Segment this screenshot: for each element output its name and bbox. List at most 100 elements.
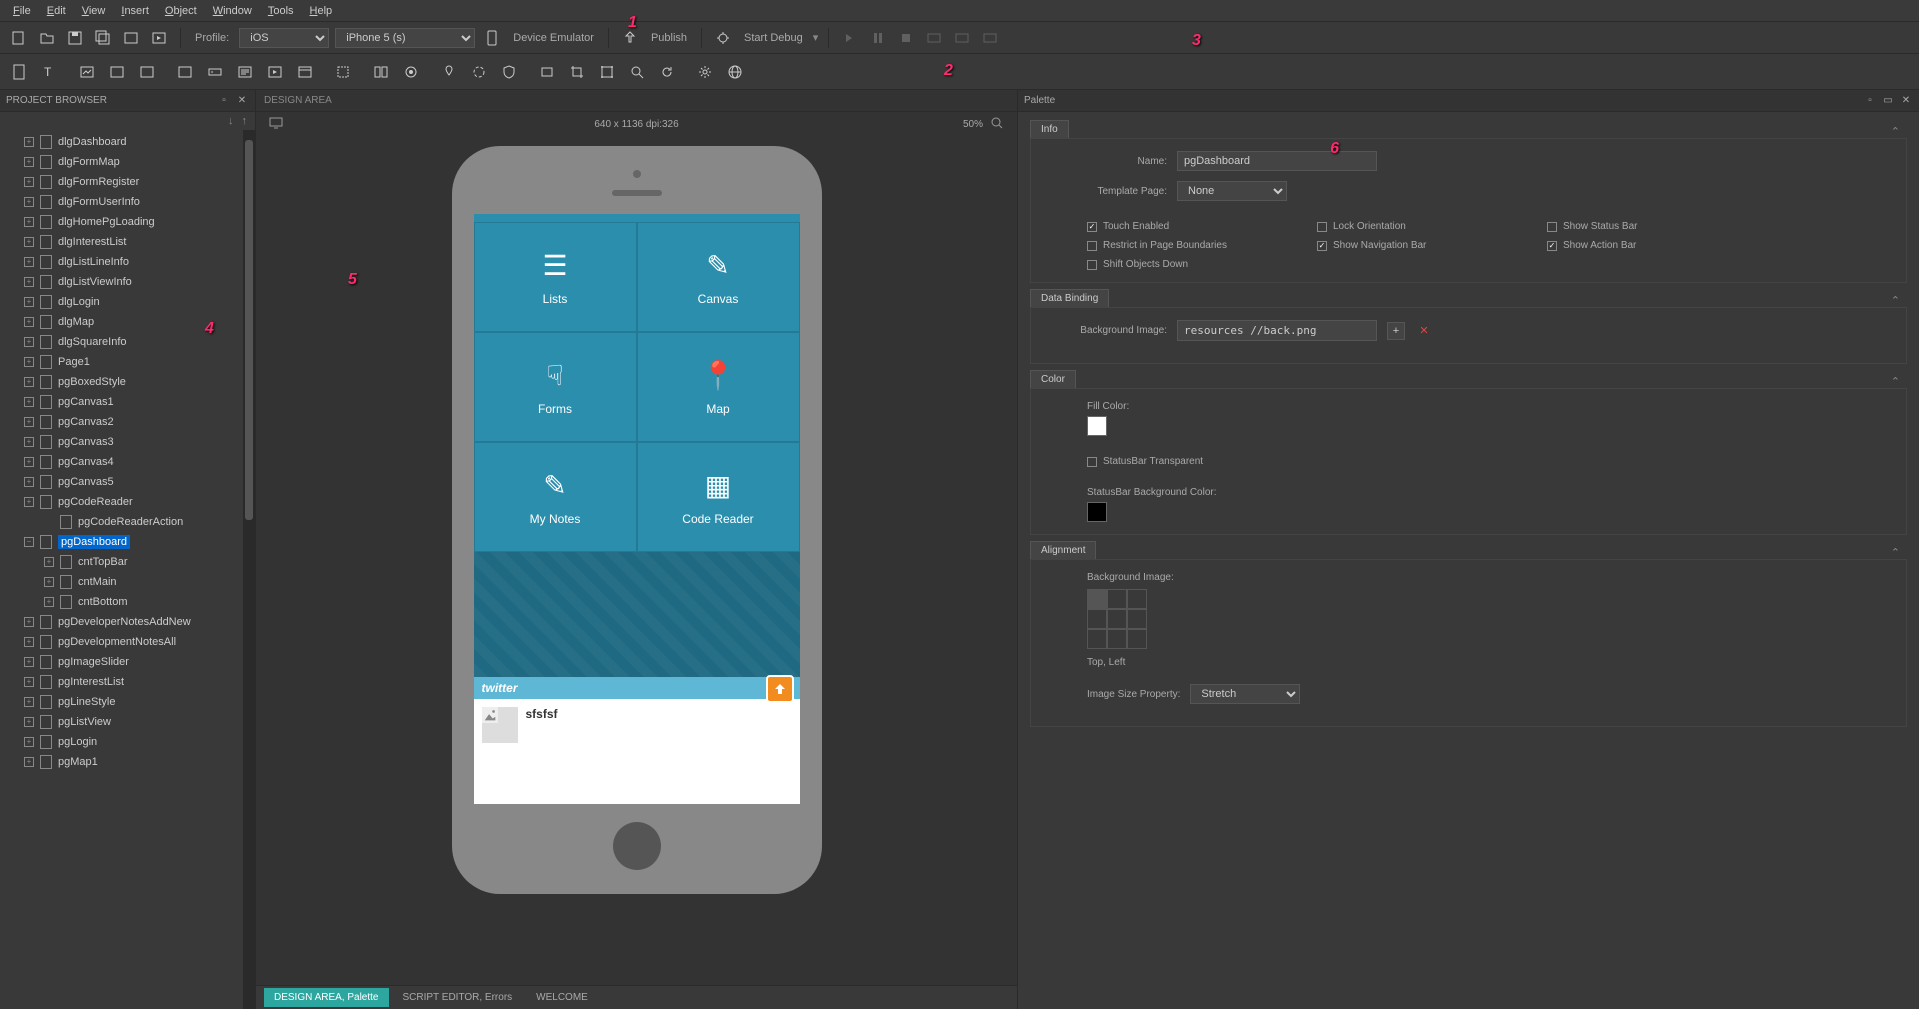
tree-item[interactable]: +pgImageSlider (0, 652, 243, 672)
expander-icon[interactable]: + (44, 557, 54, 567)
tree-item[interactable]: +pgCanvas1 (0, 392, 243, 412)
checkbox[interactable] (1317, 222, 1327, 232)
tree-item[interactable]: pgCodeReaderAction (0, 512, 243, 532)
step-icon[interactable] (839, 27, 861, 49)
tree-item[interactable]: +pgMap1 (0, 752, 243, 772)
remove-image-button[interactable]: ✕ (1415, 322, 1433, 340)
tree-item[interactable]: +dlgInterestList (0, 232, 243, 252)
menu-file[interactable]: File (5, 5, 39, 17)
tree-item[interactable]: +pgCodeReader (0, 492, 243, 512)
rect-icon[interactable] (536, 61, 558, 83)
tool-icon-2[interactable] (370, 61, 392, 83)
expander-icon[interactable]: + (24, 697, 34, 707)
pause-icon[interactable] (867, 27, 889, 49)
expander-icon[interactable]: + (24, 437, 34, 447)
palette-close-icon[interactable]: ✕ (1899, 95, 1913, 106)
expander-icon[interactable]: + (44, 577, 54, 587)
transform-icon[interactable] (596, 61, 618, 83)
expander-icon[interactable]: + (24, 457, 34, 467)
color-tab[interactable]: Color (1030, 370, 1076, 388)
tree-item[interactable]: +dlgHomePgLoading (0, 212, 243, 232)
crop-icon[interactable] (566, 61, 588, 83)
expander-icon[interactable]: + (24, 757, 34, 767)
debug-icon[interactable] (712, 27, 734, 49)
tree-item[interactable]: +pgInterestList (0, 672, 243, 692)
collapse-icon-2[interactable]: ⌃ (1891, 294, 1900, 307)
globe-icon[interactable] (724, 61, 746, 83)
debug-dropdown-icon[interactable]: ▾ (813, 31, 819, 44)
tree-item[interactable]: +dlgDashboard (0, 132, 243, 152)
menu-object[interactable]: Object (157, 5, 205, 17)
start-debug-label[interactable]: Start Debug (744, 32, 803, 44)
menu-window[interactable]: Window (205, 5, 260, 17)
expander-icon[interactable]: + (24, 177, 34, 187)
new-icon[interactable] (8, 27, 30, 49)
checkbox[interactable] (1317, 241, 1327, 251)
checkbox[interactable] (1087, 260, 1097, 270)
add-image-button[interactable]: + (1387, 322, 1405, 340)
collapse-icon[interactable]: ⌃ (1891, 125, 1900, 138)
dashboard-tile[interactable]: ✎Canvas (637, 222, 800, 332)
expander-icon[interactable]: + (24, 297, 34, 307)
expander-icon[interactable]: + (24, 717, 34, 727)
alignment-grid[interactable] (1087, 589, 1890, 649)
tree-item[interactable]: +dlgLogin (0, 292, 243, 312)
checkbox[interactable] (1547, 241, 1557, 251)
tree-item[interactable]: +pgCanvas4 (0, 452, 243, 472)
tree-item[interactable]: +pgCanvas3 (0, 432, 243, 452)
tree-item[interactable]: +pgBoxedStyle (0, 372, 243, 392)
project-tree[interactable]: +dlgDashboard+dlgFormMap+dlgFormRegister… (0, 130, 243, 1009)
refresh-icon[interactable] (656, 61, 678, 83)
checkbox[interactable] (1087, 222, 1097, 232)
tree-item[interactable]: +dlgListLineInfo (0, 252, 243, 272)
expander-icon[interactable]: + (24, 737, 34, 747)
tree-item[interactable]: +pgDevelopmentNotesAll (0, 632, 243, 652)
databinding-tab[interactable]: Data Binding (1030, 289, 1109, 307)
expander-icon[interactable]: + (24, 337, 34, 347)
tool-icon-1[interactable] (174, 61, 196, 83)
expander-icon[interactable]: + (24, 657, 34, 667)
bottom-tab[interactable]: WELCOME (526, 988, 598, 1007)
selection-icon[interactable] (332, 61, 354, 83)
profile-select[interactable]: iOS (239, 28, 329, 48)
menu-edit[interactable]: Edit (39, 5, 74, 17)
arrow-up-button[interactable] (766, 675, 794, 703)
sort-up-icon[interactable]: ↑ (242, 115, 248, 127)
device-emulator-label[interactable]: Device Emulator (513, 32, 594, 44)
gear-icon[interactable] (694, 61, 716, 83)
toolbar-icon-6[interactable] (148, 27, 170, 49)
expander-icon[interactable]: + (24, 197, 34, 207)
expander-icon[interactable]: + (24, 677, 34, 687)
tree-item[interactable]: +cntMain (0, 572, 243, 592)
save-icon[interactable] (64, 27, 86, 49)
expander-icon[interactable]: + (24, 257, 34, 267)
tree-item[interactable]: +dlgFormMap (0, 152, 243, 172)
collapse-icon-4[interactable]: ⌃ (1891, 546, 1900, 559)
phone-screen[interactable]: ☰Lists✎Canvas☟Forms📍Map✎My Notes▦Code Re… (474, 214, 800, 804)
video-icon[interactable] (264, 61, 286, 83)
zoom-icon[interactable] (626, 61, 648, 83)
toolbar-btn-a[interactable] (923, 27, 945, 49)
radio-icon[interactable] (400, 61, 422, 83)
expander-icon[interactable]: + (24, 637, 34, 647)
tree-item[interactable]: +dlgListViewInfo (0, 272, 243, 292)
tree-item[interactable]: +dlgFormRegister (0, 172, 243, 192)
tree-item[interactable]: +pgLogin (0, 732, 243, 752)
image-size-select[interactable]: Stretch (1190, 684, 1300, 704)
dashboard-tile[interactable]: ▦Code Reader (637, 442, 800, 552)
alignment-tab[interactable]: Alignment (1030, 541, 1096, 559)
checkbox[interactable] (1087, 241, 1097, 251)
toolbar-btn-b[interactable] (951, 27, 973, 49)
expander-icon[interactable]: + (24, 497, 34, 507)
dashboard-tile[interactable]: ☰Lists (474, 222, 637, 332)
scrollbar[interactable] (243, 130, 255, 1009)
menu-insert[interactable]: Insert (113, 5, 157, 17)
expander-icon[interactable]: + (24, 217, 34, 227)
page-icon[interactable] (8, 61, 30, 83)
close-icon[interactable]: ✕ (235, 95, 249, 106)
statusbar-transparent-checkbox[interactable] (1087, 457, 1097, 467)
tree-item[interactable]: +pgCanvas5 (0, 472, 243, 492)
tree-item[interactable]: +pgLineStyle (0, 692, 243, 712)
image-icon[interactable] (76, 61, 98, 83)
emulator-icon[interactable] (481, 27, 503, 49)
